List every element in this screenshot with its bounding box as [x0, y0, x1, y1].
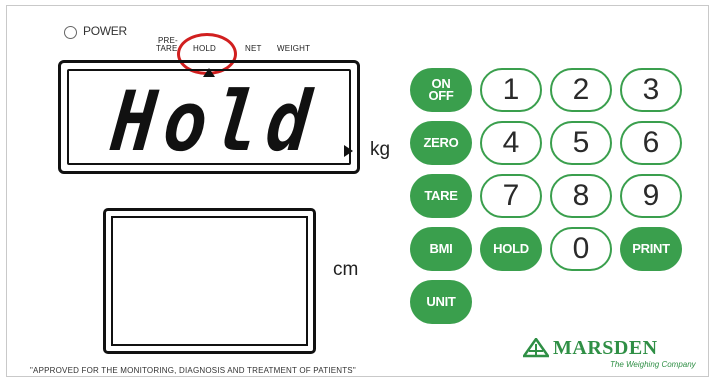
digit-9-button[interactable]: 9	[620, 174, 682, 218]
brand-name: MARSDEN	[553, 337, 658, 359]
weight-reading: Hold	[107, 73, 324, 170]
digit-1-button[interactable]: 1	[480, 68, 542, 112]
on-off-label-line2: OFF	[428, 88, 454, 103]
bmi-button[interactable]: BMI	[410, 227, 472, 271]
annunciator-pretare-line2: TARE	[156, 44, 178, 53]
digit-4-button[interactable]: 4	[480, 121, 542, 165]
digit-3-button[interactable]: 3	[620, 68, 682, 112]
digit-8-button[interactable]: 8	[550, 174, 612, 218]
digit-6-button[interactable]: 6	[620, 121, 682, 165]
digit-7-button[interactable]: 7	[480, 174, 542, 218]
digit-2-button[interactable]: 2	[550, 68, 612, 112]
power-led-icon	[64, 26, 77, 39]
tare-button[interactable]: TARE	[410, 174, 472, 218]
power-label: POWER	[83, 24, 127, 38]
triangle-right-icon	[344, 145, 353, 157]
marsden-logo-icon	[523, 338, 549, 358]
annunciator-net: NET	[245, 44, 262, 53]
annunciator-weight: WEIGHT	[277, 44, 311, 53]
height-unit-label: cm	[333, 259, 359, 280]
weight-unit-label: kg	[370, 139, 391, 160]
brand-tagline: The Weighing Company	[610, 360, 696, 369]
on-off-button[interactable]: ON OFF	[410, 68, 472, 112]
unit-button[interactable]: UNIT	[410, 280, 472, 324]
height-lcd-display	[103, 208, 316, 354]
hold-button[interactable]: HOLD	[480, 227, 542, 271]
digit-5-button[interactable]: 5	[550, 121, 612, 165]
digit-0-button[interactable]: 0	[550, 227, 612, 271]
approval-statement: "APPROVED FOR THE MONITORING, DIAGNOSIS …	[30, 366, 356, 375]
print-button[interactable]: PRINT	[620, 227, 682, 271]
zero-button[interactable]: ZERO	[410, 121, 472, 165]
